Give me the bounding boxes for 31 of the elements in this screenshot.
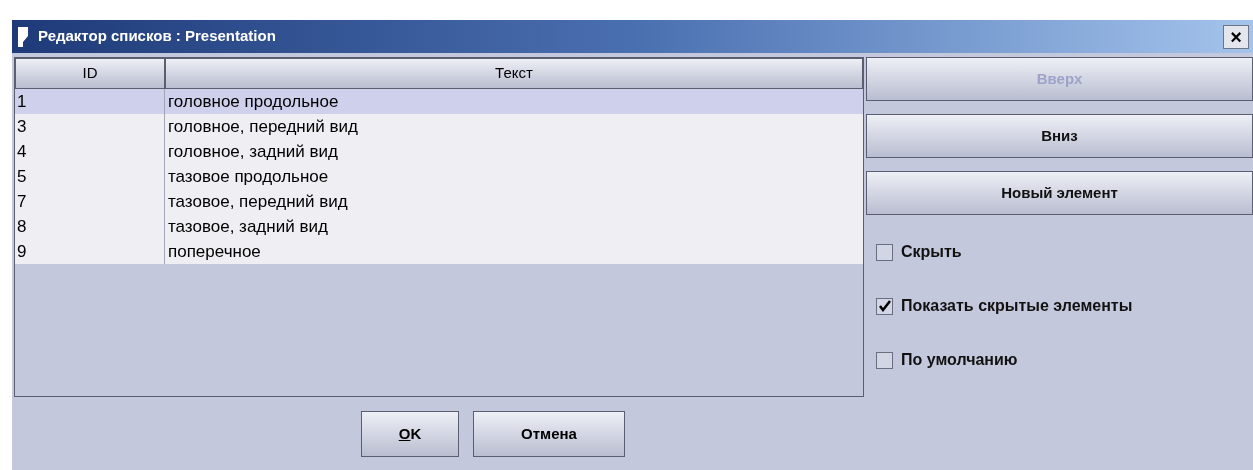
- table-row[interactable]: 8 тазовое, задний вид: [15, 214, 863, 239]
- close-button[interactable]: ×: [1223, 24, 1249, 49]
- text-cell-text: тазовое, передний вид: [167, 191, 349, 213]
- checkmark-icon: [878, 300, 891, 312]
- text-cell-text: головное, передний вид: [167, 116, 359, 138]
- id-cell: 9: [15, 239, 165, 264]
- cancel-button[interactable]: Отмена: [473, 411, 625, 457]
- table-row[interactable]: 9 поперечное: [15, 239, 863, 264]
- text-cell-text: тазовое продольное: [167, 166, 330, 188]
- window-title: Редактор списков : Presentation: [38, 26, 276, 47]
- table-row[interactable]: 4 головное, задний вид: [15, 139, 863, 164]
- table-row[interactable]: 1 головное продольное: [15, 89, 863, 114]
- checkbox[interactable]: [876, 297, 893, 315]
- checkbox-label: По умолчанию: [901, 350, 1018, 370]
- checkbox-label: Скрыть: [901, 242, 962, 262]
- text-cell-text: тазовое, задний вид: [167, 216, 329, 238]
- table-row[interactable]: 7 тазовое, передний вид: [15, 189, 863, 214]
- text-cell-text: поперечное: [167, 241, 262, 263]
- side-button[interactable]: Новый элемент: [866, 171, 1253, 215]
- side-button[interactable]: Вниз: [866, 114, 1253, 158]
- checkbox-label: Показать скрытые элементы: [901, 296, 1133, 316]
- app-icon: [16, 25, 30, 48]
- column-header[interactable]: Текст: [165, 58, 863, 89]
- checkbox[interactable]: [876, 243, 893, 261]
- text-cell-text: головное продольное: [167, 91, 340, 113]
- checkbox[interactable]: [876, 351, 893, 369]
- table-row[interactable]: 3 головное, передний вид: [15, 114, 863, 139]
- column-header[interactable]: ID: [15, 58, 165, 89]
- table-row[interactable]: 5 тазовое продольное: [15, 164, 863, 189]
- ok-button[interactable]: OK: [361, 411, 459, 457]
- text-cell-text: головное, задний вид: [167, 141, 339, 163]
